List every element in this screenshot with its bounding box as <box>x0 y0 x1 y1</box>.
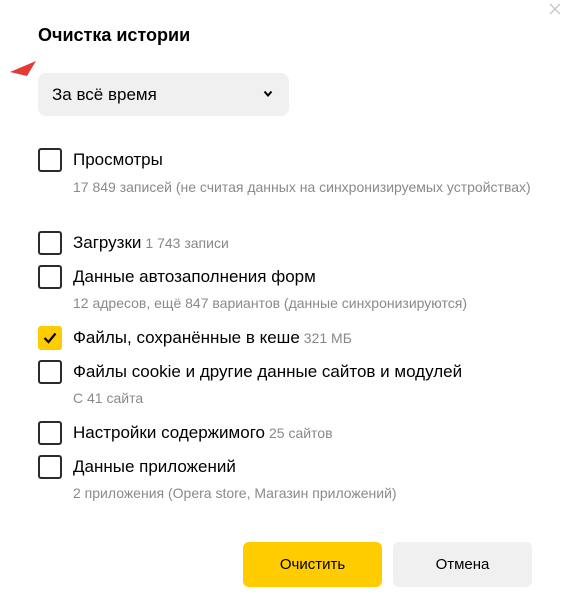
option-description: С 41 сайта <box>73 390 144 406</box>
checkbox[interactable] <box>38 265 62 289</box>
clear-history-dialog: Очистка истории За всё время Просмотры 1… <box>0 0 565 611</box>
option-label: Настройки содержимого 25 сайтов <box>73 423 333 442</box>
checkbox-checked[interactable] <box>38 326 62 350</box>
checkbox[interactable] <box>38 421 62 445</box>
option-count: 1 743 записи <box>145 235 229 251</box>
checkbox[interactable] <box>38 455 62 479</box>
option-label: Загрузки 1 743 записи <box>73 233 229 252</box>
checkmark-icon <box>43 332 57 344</box>
checkbox[interactable] <box>38 148 62 172</box>
option-label: Данные приложений <box>73 457 236 476</box>
option-description: 2 приложения (Opera store, Магазин прило… <box>73 485 397 501</box>
close-icon[interactable] <box>548 2 562 16</box>
option-label: Файлы, сохранённые в кеше 321 МБ <box>73 328 352 347</box>
option-label: Просмотры <box>73 150 163 169</box>
chevron-down-icon <box>263 90 273 98</box>
red-arrow-pointer-icon <box>10 61 36 76</box>
option-description: 12 адресов, ещё 847 вариантов (данные си… <box>73 295 467 311</box>
option-count: 25 сайтов <box>268 425 333 441</box>
cancel-button[interactable]: Отмена <box>393 542 532 587</box>
clear-button[interactable]: Очистить <box>243 542 382 587</box>
time-period-select[interactable]: За всё время <box>38 73 289 116</box>
option-description: 17 849 записей (не считая данных на синх… <box>73 179 531 195</box>
option-label: Файлы cookie и другие данные сайтов и мо… <box>73 362 463 381</box>
checkbox[interactable] <box>38 360 62 384</box>
dialog-title: Очистка истории <box>38 25 191 45</box>
option-label: Данные автозаполнения форм <box>73 267 316 286</box>
checkbox[interactable] <box>38 231 62 255</box>
time-period-value: За всё время <box>52 84 157 104</box>
option-count: 321 МБ <box>303 330 352 346</box>
